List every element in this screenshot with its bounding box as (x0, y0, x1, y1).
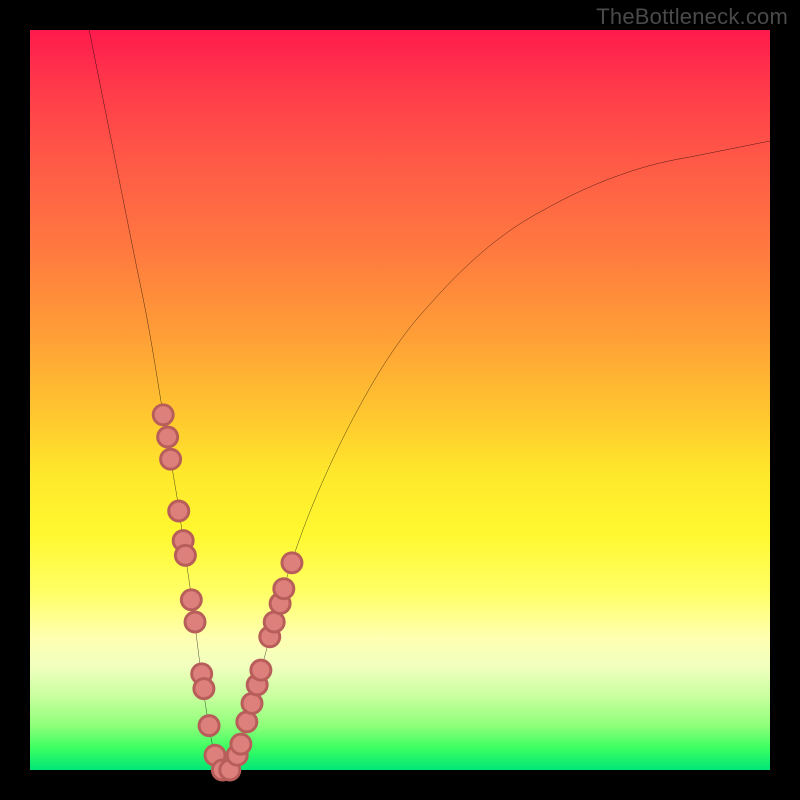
marker-dot (158, 427, 178, 447)
curve-svg (30, 30, 770, 770)
marker-dot (194, 679, 214, 699)
marker-dot (199, 716, 219, 736)
marker-dot (231, 734, 251, 754)
marker-dot (169, 501, 189, 521)
marker-dot (181, 590, 201, 610)
curve-markers (153, 405, 302, 780)
marker-dot (282, 553, 302, 573)
marker-dot (251, 660, 271, 680)
marker-dot (264, 612, 284, 632)
marker-dot (185, 612, 205, 632)
watermark-text: TheBottleneck.com (596, 4, 788, 30)
marker-dot (161, 449, 181, 469)
marker-dot (237, 712, 257, 732)
marker-dot (153, 405, 173, 425)
bottleneck-curve (89, 30, 770, 772)
chart-frame: TheBottleneck.com (0, 0, 800, 800)
plot-area (30, 30, 770, 770)
marker-dot (242, 693, 262, 713)
marker-dot (175, 545, 195, 565)
marker-dot (274, 579, 294, 599)
